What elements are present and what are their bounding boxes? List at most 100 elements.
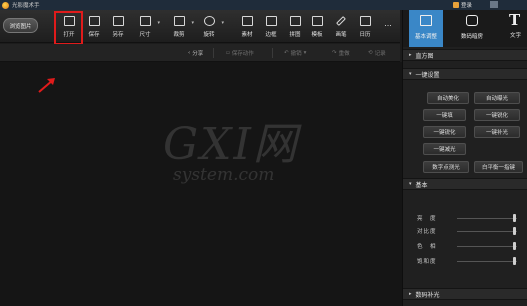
collapse-arrow-icon: ▾ bbox=[409, 181, 412, 187]
collage-button[interactable]: 拼图 bbox=[284, 13, 306, 41]
saturation-slider[interactable]: 饱和度 bbox=[417, 256, 527, 266]
collapse-arrow-icon: ▸ bbox=[409, 52, 412, 58]
one-click-section-header[interactable]: ▾ 一键设置 bbox=[403, 68, 527, 80]
tab-basic-adjust[interactable]: 基本调整 bbox=[409, 10, 443, 47]
hue-label: 色 相 bbox=[417, 244, 437, 250]
app-logo-icon bbox=[2, 1, 9, 9]
resize-icon bbox=[139, 16, 151, 26]
one-click-title: 一键设置 bbox=[415, 71, 440, 79]
tab-text[interactable]: T 文字 bbox=[503, 10, 527, 47]
size-button[interactable]: 尺寸 ▾ bbox=[134, 13, 160, 41]
watermark-logo: GXI网 bbox=[163, 119, 299, 170]
calendar-icon bbox=[359, 16, 371, 26]
redo-icon: ↷ bbox=[332, 50, 337, 56]
save-effect-icon: ▫ bbox=[226, 50, 230, 56]
auto-exposure-button[interactable]: 自动曝光 bbox=[474, 92, 520, 104]
template-label: 模板 bbox=[311, 32, 323, 38]
more-label: ... bbox=[384, 19, 392, 28]
redo-label: 重做 bbox=[338, 51, 350, 57]
more-button[interactable]: ... bbox=[377, 13, 399, 41]
auto-beautify-button[interactable]: 自动美化 bbox=[427, 92, 469, 104]
share-icon: ‹ bbox=[188, 50, 191, 56]
collapse-arrow-icon: ▸ bbox=[409, 291, 412, 297]
login-icon bbox=[453, 2, 459, 8]
template-button[interactable]: 模板 bbox=[306, 13, 328, 41]
one-click-reduce-light-button[interactable]: 一键减光 bbox=[423, 143, 466, 155]
white-balance-button[interactable]: 白平衡一指键 bbox=[474, 161, 523, 173]
histogram-title: 直方图 bbox=[415, 52, 434, 60]
one-click-sharpen-button[interactable]: 一键锐化 bbox=[474, 109, 520, 121]
fill-light-title: 数码补光 bbox=[415, 291, 440, 299]
slider-knob[interactable] bbox=[513, 257, 516, 265]
text-icon: T bbox=[509, 11, 521, 29]
save-as-button[interactable]: 另存 bbox=[107, 13, 129, 41]
material-button[interactable]: 素材 bbox=[236, 13, 258, 41]
crop-label: 裁剪 bbox=[173, 32, 185, 38]
brightness-slider[interactable]: 亮 度 bbox=[417, 213, 527, 223]
rotate-button[interactable]: 旋转 ▾ bbox=[198, 13, 224, 41]
rotate-icon bbox=[203, 16, 215, 26]
save-effect-label: 保存动作 bbox=[231, 51, 254, 57]
histogram-section-header[interactable]: ▸ 直方图 bbox=[403, 49, 527, 61]
panel-tabs: 基本调整 数码暗房 T 文字 bbox=[403, 10, 527, 47]
save-as-label: 另存 bbox=[112, 32, 124, 38]
save-icon bbox=[88, 16, 100, 26]
basic-title: 基本 bbox=[415, 181, 428, 189]
collapse-arrow-icon: ▾ bbox=[409, 71, 412, 77]
watermark: GXI网 system.com bbox=[163, 123, 299, 184]
login-label: 登录 bbox=[461, 3, 473, 9]
one-click-sharpen-button-2[interactable]: 一键锐化 bbox=[423, 126, 466, 138]
history-label: 记录 bbox=[374, 51, 386, 57]
crop-dropdown-icon[interactable]: ▾ bbox=[191, 20, 194, 26]
crop-button[interactable]: 裁剪 ▾ bbox=[168, 13, 194, 41]
one-click-fill-button[interactable]: 一键填 bbox=[423, 109, 466, 121]
material-icon bbox=[241, 16, 253, 26]
paint-button[interactable]: 画笔 bbox=[330, 13, 352, 41]
app-title: 光影魔术手 bbox=[12, 3, 40, 9]
slider-track bbox=[457, 261, 517, 262]
undo-button[interactable]: ↶ 撤销 ▾ bbox=[284, 49, 306, 57]
hue-slider[interactable]: 色 相 bbox=[417, 241, 527, 251]
material-label: 素材 bbox=[241, 32, 253, 38]
tab-digital-darkroom-label: 数码暗房 bbox=[460, 34, 483, 40]
rotate-label: 旋转 bbox=[203, 32, 215, 38]
history-icon: ⟲ bbox=[368, 50, 373, 56]
edit-icon bbox=[420, 15, 432, 26]
share-button[interactable]: ‹ 分享 bbox=[188, 49, 203, 57]
basic-section-header[interactable]: ▾ 基本 bbox=[403, 178, 527, 190]
calendar-button[interactable]: 日历 bbox=[354, 13, 376, 41]
redo-button[interactable]: ↷ 重做 bbox=[332, 49, 350, 57]
adjustment-panel: 基本调整 数码暗房 T 文字 ▸ 直方图 ▾ 一键设置 自动美化 自动曝光 一键… bbox=[402, 10, 527, 306]
template-icon bbox=[311, 16, 323, 26]
save-effect-button[interactable]: ▫ 保存动作 bbox=[226, 49, 254, 57]
fill-light-section-header[interactable]: ▸ 数码补光 bbox=[403, 288, 527, 300]
crop-icon bbox=[173, 16, 185, 26]
save-button[interactable]: 保存 bbox=[83, 13, 105, 41]
slider-knob[interactable] bbox=[513, 214, 516, 222]
login-button[interactable]: 登录 bbox=[453, 1, 472, 9]
undo-dropdown-icon[interactable]: ▾ bbox=[304, 50, 307, 56]
undo-label: 撤销 bbox=[290, 51, 302, 57]
window-control-button[interactable] bbox=[490, 1, 498, 8]
tab-basic-adjust-label: 基本调整 bbox=[414, 34, 437, 40]
brush-icon bbox=[336, 16, 346, 26]
slider-knob[interactable] bbox=[513, 227, 516, 235]
tab-digital-darkroom[interactable]: 数码暗房 bbox=[455, 10, 489, 47]
digital-spot-metering-button[interactable]: 数字点测光 bbox=[423, 161, 469, 173]
browse-images-button[interactable]: 浏览图片 bbox=[3, 18, 38, 33]
size-dropdown-icon[interactable]: ▾ bbox=[157, 20, 160, 26]
rotate-dropdown-icon[interactable]: ▾ bbox=[221, 20, 224, 26]
slider-knob[interactable] bbox=[513, 242, 516, 250]
border-label: 边框 bbox=[265, 32, 277, 38]
border-button[interactable]: 边框 bbox=[260, 13, 282, 41]
title-bar: 光影魔术手 登录 bbox=[0, 0, 527, 10]
collage-icon bbox=[289, 16, 301, 26]
separator bbox=[213, 48, 214, 58]
size-label: 尺寸 bbox=[139, 32, 151, 38]
history-button[interactable]: ⟲ 记录 bbox=[368, 49, 386, 57]
camera-icon bbox=[466, 15, 478, 26]
collage-label: 拼图 bbox=[289, 32, 301, 38]
border-icon bbox=[265, 16, 277, 26]
one-click-fill-light-button[interactable]: 一键补光 bbox=[474, 126, 520, 138]
contrast-slider[interactable]: 对比度 bbox=[417, 226, 527, 236]
